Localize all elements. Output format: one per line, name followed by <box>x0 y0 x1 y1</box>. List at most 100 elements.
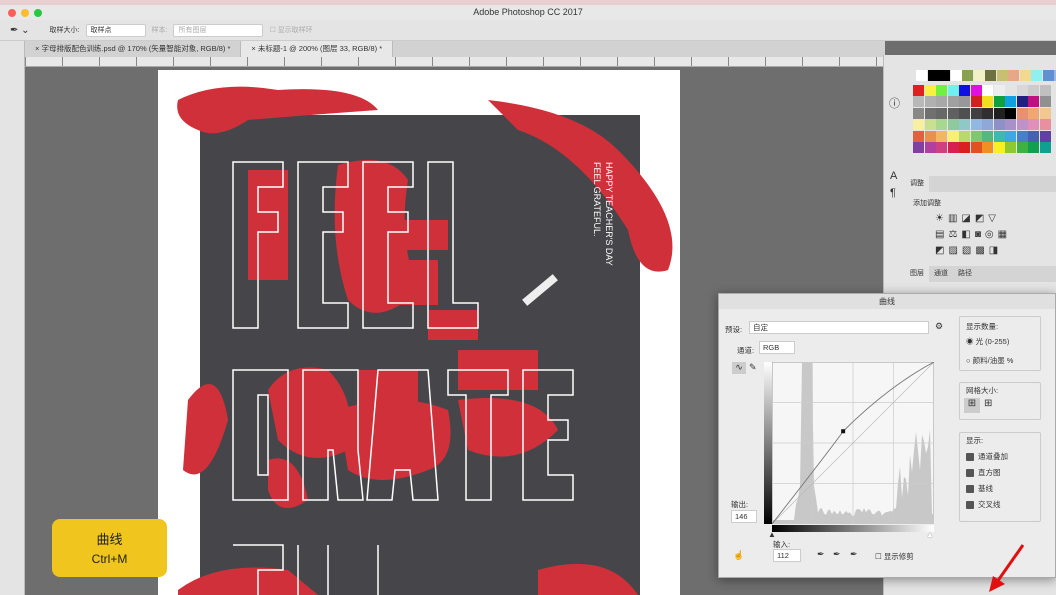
color-swatch[interactable] <box>985 70 996 81</box>
preset-select[interactable]: 自定 <box>749 321 929 334</box>
color-swatch[interactable] <box>1017 96 1028 107</box>
color-swatch[interactable] <box>925 85 936 96</box>
curve-graph[interactable] <box>772 362 934 524</box>
color-swatch[interactable] <box>971 108 982 119</box>
color-swatch[interactable] <box>1040 142 1051 153</box>
color-swatch[interactable] <box>959 142 970 153</box>
color-swatch[interactable] <box>982 96 993 107</box>
color-swatch[interactable] <box>1017 85 1028 96</box>
color-swatch[interactable] <box>913 131 924 142</box>
color-swatch[interactable] <box>916 70 927 81</box>
show-ring-checkbox[interactable]: ☐ 显示取样环 <box>269 25 312 35</box>
color-swatch[interactable] <box>971 131 982 142</box>
gray-eyedropper-icon[interactable]: ✒ <box>833 549 841 560</box>
tab-document-2[interactable]: × 未标题-1 @ 200% (图层 33, RGB/8) * <box>241 41 393 57</box>
color-swatch[interactable] <box>959 96 970 107</box>
histogram-checkbox[interactable]: 直方图 <box>966 467 1034 478</box>
color-swatch[interactable] <box>1028 85 1039 96</box>
color-swatch[interactable] <box>913 96 924 107</box>
grid-large-button[interactable]: ⊞ <box>964 398 980 413</box>
curve-point-tool-icon[interactable]: ∿ <box>732 362 746 374</box>
curve-control-point[interactable] <box>841 429 845 433</box>
color-swatch[interactable] <box>1040 85 1051 96</box>
pigment-radio[interactable]: ○ 颜料/油墨 % <box>966 355 1034 366</box>
tab-paths[interactable]: 路径 <box>953 266 977 282</box>
adjustment-icons[interactable]: ☀▥◪◩▽ ▤⚖◧◙◎▦ ◩▨▧▩◨ <box>935 211 1035 259</box>
color-swatch[interactable] <box>1005 85 1016 96</box>
color-swatch[interactable] <box>925 108 936 119</box>
color-swatch[interactable] <box>1017 142 1028 153</box>
input-field[interactable]: 112 <box>773 549 801 562</box>
color-swatch[interactable] <box>913 119 924 130</box>
white-point-slider[interactable]: ▲ <box>926 530 934 539</box>
color-swatch[interactable] <box>925 131 936 142</box>
tab-adjustments[interactable]: 调整 <box>905 176 929 192</box>
color-swatch[interactable] <box>1040 119 1051 130</box>
color-swatch[interactable] <box>948 108 959 119</box>
color-swatch[interactable] <box>1040 96 1051 107</box>
paragraph-icon[interactable]: ¶ <box>890 187 896 199</box>
black-eyedropper-icon[interactable]: ✒ <box>817 549 825 560</box>
color-swatch[interactable] <box>928 70 939 81</box>
white-eyedropper-icon[interactable]: ✒ <box>850 549 858 560</box>
color-swatch[interactable] <box>994 108 1005 119</box>
color-swatch[interactable] <box>959 85 970 96</box>
color-swatch[interactable] <box>1005 108 1016 119</box>
color-swatch[interactable] <box>994 96 1005 107</box>
color-swatch[interactable] <box>913 142 924 153</box>
color-swatch[interactable] <box>1020 70 1031 81</box>
tab-channels[interactable]: 通道 <box>929 266 953 282</box>
maximize-window-button[interactable] <box>34 9 42 17</box>
info-icon[interactable]: ⓘ <box>889 95 900 111</box>
sample-size-select[interactable]: 取样点 <box>86 24 146 37</box>
color-swatch[interactable] <box>1043 70 1054 81</box>
color-swatch[interactable] <box>994 119 1005 130</box>
color-swatch[interactable] <box>936 108 947 119</box>
color-swatch[interactable] <box>971 85 982 96</box>
color-swatch[interactable] <box>971 142 982 153</box>
color-swatch[interactable] <box>1028 142 1039 153</box>
color-swatch[interactable] <box>925 119 936 130</box>
sample-select[interactable]: 所有图层 <box>173 24 263 37</box>
color-swatch[interactable] <box>982 131 993 142</box>
color-swatch[interactable] <box>962 70 973 81</box>
color-swatch[interactable] <box>982 119 993 130</box>
color-swatch[interactable] <box>936 131 947 142</box>
color-swatch[interactable] <box>948 96 959 107</box>
color-swatch[interactable] <box>982 108 993 119</box>
color-swatch[interactable] <box>1005 119 1016 130</box>
on-image-adjust-icon[interactable]: ☝ <box>733 550 744 561</box>
color-swatch[interactable] <box>925 142 936 153</box>
color-swatch[interactable] <box>948 119 959 130</box>
color-swatch[interactable] <box>971 96 982 107</box>
color-swatch[interactable] <box>913 108 924 119</box>
color-swatch[interactable] <box>997 70 1008 81</box>
color-swatch[interactable] <box>1017 108 1028 119</box>
color-swatch[interactable] <box>1017 131 1028 142</box>
color-swatch[interactable] <box>948 142 959 153</box>
color-swatch[interactable] <box>1005 131 1016 142</box>
color-swatch[interactable] <box>1017 119 1028 130</box>
color-swatch[interactable] <box>959 108 970 119</box>
close-window-button[interactable] <box>8 9 16 17</box>
color-swatch[interactable] <box>936 96 947 107</box>
color-swatch[interactable] <box>1005 142 1016 153</box>
channel-select[interactable]: RGB <box>759 341 795 354</box>
color-swatch[interactable] <box>959 119 970 130</box>
light-radio[interactable]: ◉ 光 (0-255) <box>966 336 1034 347</box>
color-swatch[interactable] <box>1028 119 1039 130</box>
color-swatch[interactable] <box>1028 131 1039 142</box>
color-swatch[interactable] <box>948 85 959 96</box>
color-swatch[interactable] <box>982 85 993 96</box>
color-swatch[interactable] <box>939 70 950 81</box>
output-field[interactable]: 146 <box>731 510 757 523</box>
tab-document-1[interactable]: × 字母排版配色训练.psd @ 170% (矢量智能对象, RGB/8) * <box>25 41 241 57</box>
color-swatch[interactable] <box>994 131 1005 142</box>
color-swatch[interactable] <box>1008 70 1019 81</box>
preset-options-gear-icon[interactable]: ⚙ <box>935 321 943 332</box>
color-swatch[interactable] <box>994 85 1005 96</box>
baseline-checkbox[interactable]: 基线 <box>966 483 1034 494</box>
color-swatch[interactable] <box>925 96 936 107</box>
black-point-slider[interactable]: ▲ <box>768 530 776 539</box>
show-clipping-checkbox[interactable]: ☐ 显示修剪 <box>875 551 914 562</box>
